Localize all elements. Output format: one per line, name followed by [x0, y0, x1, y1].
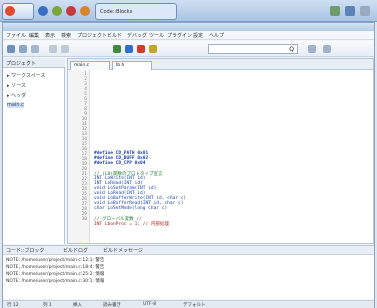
tree-main-file[interactable]: main.c	[7, 102, 24, 108]
menu-view[interactable]: 表示	[45, 32, 55, 39]
status-bar: 行 12 列 1 挿入 読み書き UTF-8 デフォルト	[3, 300, 374, 308]
search-input[interactable]: Q	[208, 44, 298, 54]
code-line-proto-7[interactable]: char LoSetMode(long char c)	[94, 206, 167, 211]
new-file-icon[interactable]	[7, 45, 15, 53]
save-icon[interactable]	[31, 45, 39, 53]
search-icon: Q	[289, 46, 294, 53]
volume-icon[interactable]	[345, 6, 355, 16]
editor-tabs: main.c lb.h	[68, 59, 373, 70]
files-icon[interactable]	[52, 6, 62, 16]
menu-help[interactable]: ヘルプ	[209, 32, 224, 39]
search-prev-icon[interactable]	[308, 45, 316, 53]
tab-file-2[interactable]: lb.h	[112, 61, 152, 70]
toolbar: Q	[3, 41, 374, 57]
line-number: 30	[81, 217, 87, 222]
tab-build-messages[interactable]: ビルドメッセージ	[103, 247, 143, 254]
menu-project[interactable]: プロジェクト	[77, 32, 107, 39]
start-button[interactable]	[2, 3, 34, 20]
log-message[interactable]: NOTE: /home/user/project/main.c:25:2: 情報	[6, 271, 104, 277]
title-bar	[3, 23, 374, 31]
status-line: 行 12	[7, 303, 19, 308]
status-access: 読み書き	[103, 303, 121, 308]
task-window-label: Code::Blocks	[100, 9, 133, 15]
tab-file-1[interactable]: main.c	[70, 61, 110, 70]
tree-workspace[interactable]: ▸ ワークスペース	[7, 72, 45, 79]
tab-build-log[interactable]: ビルドログ	[63, 247, 88, 254]
browser-icon[interactable]	[38, 6, 48, 16]
logs-panel: コード::ブロック ビルドログ ビルドメッセージ NOTE: /home/use…	[3, 245, 374, 299]
tree-headers[interactable]: ▸ ヘッダ	[7, 92, 26, 99]
clock-icon[interactable]	[360, 6, 370, 16]
tray-icon[interactable]	[330, 6, 340, 16]
management-panel: プロジェクト ▸ ワークスペース ▸ ソース ▸ ヘッダ main.c	[3, 58, 65, 244]
menu-file[interactable]: ファイル	[6, 32, 26, 39]
status-encoding: UTF-8	[143, 302, 157, 307]
build-run-icon[interactable]	[137, 45, 145, 53]
menu-edit[interactable]: 編集	[29, 32, 39, 39]
menu-build[interactable]: ビルド	[107, 32, 122, 39]
tool-icon[interactable]	[80, 6, 90, 16]
run-icon[interactable]	[125, 45, 133, 53]
editor-pane: main.c lb.h 1 2 3 4 5 6 7 8 9 10 11 12 1…	[67, 58, 374, 244]
log-message[interactable]: NOTE: /home/user/project/main.c:12:1: 警告	[6, 257, 104, 263]
status-column: 列 1	[43, 303, 52, 308]
log-message[interactable]: NOTE: /home/user/project/main.c:18:4: 警告	[6, 264, 104, 270]
code-line-define-3[interactable]: #define CD_CPP 0x04	[94, 161, 145, 166]
menu-plugins[interactable]: プラグイン	[167, 32, 192, 39]
taskbar: Code::Blocks	[0, 0, 377, 22]
open-icon[interactable]	[19, 45, 27, 53]
menu-debug[interactable]: デバッグ	[127, 32, 147, 39]
redo-icon[interactable]	[61, 45, 69, 53]
tab-projects[interactable]: プロジェクト	[6, 60, 36, 67]
undo-icon[interactable]	[49, 45, 57, 53]
menu-settings[interactable]: 設定	[193, 32, 203, 39]
menu-tools[interactable]: ツール	[149, 32, 164, 39]
tab-code-blocks[interactable]: コード::ブロック	[6, 247, 44, 254]
status-mode: 挿入	[73, 303, 82, 308]
code-line-global[interactable]: INT LbonProc = 1; // 内部処理	[94, 221, 169, 227]
log-message[interactable]: NOTE: /home/user/project/main.c:30:1: 情報	[6, 278, 104, 284]
rebuild-icon[interactable]	[149, 45, 157, 53]
task-window-button[interactable]: Code::Blocks	[95, 3, 177, 20]
side-tabs: プロジェクト	[3, 58, 65, 68]
line-number-gutter: 1 2 3 4 5 6 7 8 9 10 11 12 13 14 15 16 1…	[68, 70, 90, 243]
menu-bar: ファイル 編集 表示 検索 プロジェクト ビルド デバッグ ツール プラグイン …	[3, 31, 374, 40]
search-next-icon[interactable]	[323, 45, 331, 53]
tree-sources[interactable]: ▸ ソース	[7, 82, 26, 89]
ide-window: ファイル 編集 表示 検索 プロジェクト ビルド デバッグ ツール プラグイン …	[2, 22, 375, 308]
menu-search[interactable]: 検索	[61, 32, 71, 39]
app-icon	[5, 6, 15, 16]
logs-tabs: コード::ブロック ビルドログ ビルドメッセージ	[3, 246, 374, 255]
build-icon[interactable]	[113, 45, 121, 53]
stop-icon[interactable]	[66, 6, 76, 16]
status-profile: デフォルト	[183, 303, 206, 308]
